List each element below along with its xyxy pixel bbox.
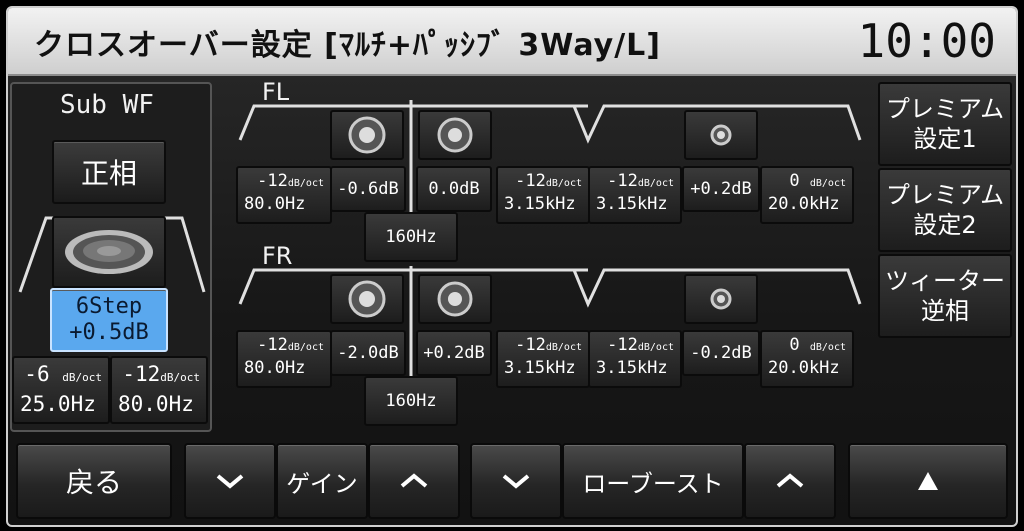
premium-setting-1-line2: 設定1 <box>913 125 977 153</box>
fr-woofer-hpf-slope: -12 <box>257 335 288 355</box>
fr-mid-lpf-slope: -12 <box>515 335 546 355</box>
low-boost-up-button[interactable] <box>744 443 836 519</box>
fr-tweeter-lpf-slope: 0 <box>789 335 800 355</box>
fl-woofer-hpf-unit: dB/oct <box>287 178 324 189</box>
woofer-speaker-icon <box>348 116 386 154</box>
tweeter-speaker-icon <box>710 124 732 146</box>
low-boost-label: ローブースト <box>562 443 744 519</box>
gain-label: ゲイン <box>276 443 368 519</box>
fl-woofer-gain-cell[interactable]: -0.6dB <box>330 166 406 212</box>
fr-woofer-hpf-cell[interactable]: -12dB/oct 80.0Hz <box>236 330 332 388</box>
fr-tweeter-hpf-unit: dB/oct <box>637 342 674 353</box>
tweeter-reverse-phase-button[interactable]: ツィーター 逆相 <box>878 254 1012 338</box>
tweeter-speaker-icon <box>710 288 732 310</box>
fl-label: FL <box>262 78 290 106</box>
fr-woofer-speaker-button[interactable] <box>330 274 404 324</box>
fr-woofer-hpf-unit: dB/oct <box>287 342 324 353</box>
fr-tweeter-gain-cell[interactable]: -0.2dB <box>682 330 760 376</box>
fl-woofer-hpf-cell[interactable]: -12dB/oct 80.0Hz <box>236 166 332 224</box>
fr-tweeter-hpf-cell[interactable]: -12dB/oct 3.15kHz <box>588 330 682 388</box>
fr-tweeter-lpf-freq: 20.0kHz <box>768 358 840 378</box>
fr-tweeter-lpf-cell[interactable]: 0 dB/oct 20.0kHz <box>760 330 854 388</box>
gain-down-button[interactable] <box>184 443 276 519</box>
device-frame: クロスオーバー設定 [ﾏﾙﾁ+ﾊﾟｯｼﾌﾞ 3Way/L] 10:00 Sub … <box>6 6 1018 527</box>
tweeter-reverse-phase-line1: ツィーター <box>885 267 1005 295</box>
premium-setting-2-line2: 設定2 <box>913 211 977 239</box>
fr-tweeter-speaker-button[interactable] <box>684 274 758 324</box>
fl-tweeter-lpf-cell[interactable]: 0 dB/oct 20.0kHz <box>760 166 854 224</box>
premium-setting-1-button[interactable]: プレミアム 設定1 <box>878 82 1012 166</box>
fl-tweeter-lpf-freq: 20.0kHz <box>768 194 840 214</box>
fr-mid-lpf-freq: 3.15kHz <box>504 358 576 378</box>
fl-crossover-cell[interactable]: 160Hz <box>364 212 458 262</box>
back-button[interactable]: 戻る <box>16 443 172 519</box>
chevron-up-icon <box>776 473 804 488</box>
fl-tweeter-hpf-cell[interactable]: -12dB/oct 3.15kHz <box>588 166 682 224</box>
fl-tweeter-lpf-slope: 0 <box>789 171 800 191</box>
fr-mid-lpf-unit: dB/oct <box>545 342 582 353</box>
fl-tweeter-speaker-button[interactable] <box>684 110 758 160</box>
low-boost-down-button[interactable] <box>470 443 562 519</box>
chevron-down-icon <box>502 474 530 489</box>
crossover-screen: クロスオーバー設定 [ﾏﾙﾁ+ﾊﾟｯｼﾌﾞ 3Way/L] 10:00 Sub … <box>0 0 1024 531</box>
fr-mid-gain-cell[interactable]: +0.2dB <box>416 330 492 376</box>
chevron-down-icon <box>216 474 244 489</box>
fr-mid-speaker-button[interactable] <box>418 274 492 324</box>
fl-mid-lpf-freq: 3.15kHz <box>504 194 576 214</box>
premium-setting-2-button[interactable]: プレミアム 設定2 <box>878 168 1012 252</box>
fl-tweeter-gain-cell[interactable]: +0.2dB <box>682 166 760 212</box>
triangle-up-icon <box>918 472 938 490</box>
fl-tweeter-hpf-slope: -12 <box>607 171 638 191</box>
fl-mid-lpf-cell[interactable]: -12dB/oct 3.15kHz <box>496 166 590 224</box>
fr-tweeter-hpf-freq: 3.15kHz <box>596 358 668 378</box>
fl-tweeter-lpf-unit: dB/oct <box>809 178 846 189</box>
fl-woofer-hpf-slope: -12 <box>257 171 288 191</box>
fr-mid-lpf-cell[interactable]: -12dB/oct 3.15kHz <box>496 330 590 388</box>
tweeter-reverse-phase-line2: 逆相 <box>921 297 969 325</box>
fl-mid-lpf-slope: -12 <box>515 171 546 191</box>
fl-tweeter-hpf-freq: 3.15kHz <box>596 194 668 214</box>
midrange-speaker-icon <box>437 281 473 317</box>
fr-crossover-cell[interactable]: 160Hz <box>364 376 458 426</box>
woofer-speaker-icon <box>348 280 386 318</box>
fr-woofer-hpf-freq: 80.0Hz <box>244 358 306 378</box>
gain-up-button[interactable] <box>368 443 460 519</box>
fr-tweeter-hpf-slope: -12 <box>607 335 638 355</box>
fl-mid-lpf-unit: dB/oct <box>545 178 582 189</box>
fl-mid-speaker-button[interactable] <box>418 110 492 160</box>
bottom-bar: 戻る ゲイン ローブースト <box>8 433 1016 525</box>
premium-setting-1-line1: プレミアム <box>885 95 1005 123</box>
fl-woofer-hpf-freq: 80.0Hz <box>244 194 306 214</box>
scroll-up-button[interactable] <box>848 443 1008 519</box>
fl-mid-gain-cell[interactable]: 0.0dB <box>416 166 492 212</box>
fr-label: FR <box>262 242 293 270</box>
fl-woofer-speaker-button[interactable] <box>330 110 404 160</box>
fl-tweeter-hpf-unit: dB/oct <box>637 178 674 189</box>
fr-woofer-gain-cell[interactable]: -2.0dB <box>330 330 406 376</box>
chevron-up-icon <box>400 473 428 488</box>
fr-tweeter-lpf-unit: dB/oct <box>809 342 846 353</box>
midrange-speaker-icon <box>437 117 473 153</box>
premium-setting-2-line1: プレミアム <box>885 181 1005 209</box>
